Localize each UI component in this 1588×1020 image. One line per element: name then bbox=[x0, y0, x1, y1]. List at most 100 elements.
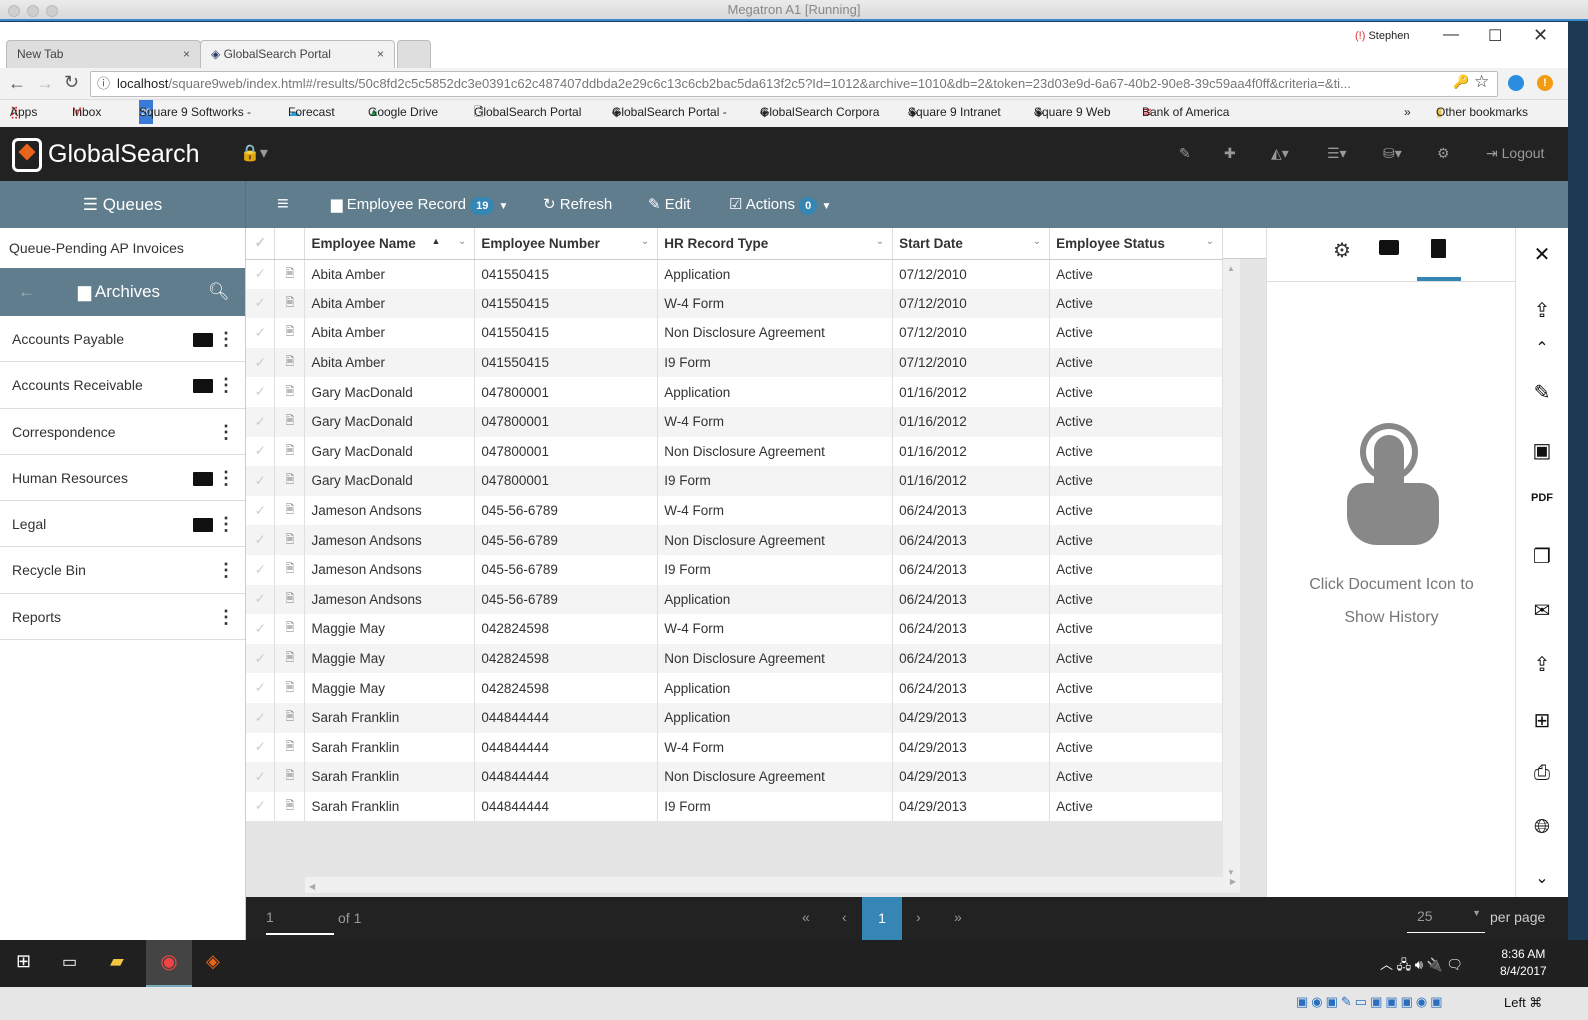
column-header-start-date[interactable]: Start Date ⌄ bbox=[892, 228, 1051, 260]
pdf-document-icon[interactable]: 🗎 bbox=[274, 466, 306, 496]
table-row[interactable]: ✓ 🗎 Gary MacDonald 047800001 I9 Form 01/16/20… bbox=[246, 466, 1223, 496]
table-row[interactable]: ✓ 🗎 Abita Amber 041550415 W-4 Form 07/12/2010… bbox=[246, 288, 1223, 319]
pdf-icon[interactable]: PDF bbox=[1516, 492, 1568, 504]
close-tab-icon[interactable]: × bbox=[183, 41, 190, 68]
more-options-icon[interactable]: ⋮ bbox=[217, 547, 235, 593]
row-checkbox[interactable]: ✓ bbox=[246, 673, 276, 703]
table-row[interactable]: ✓ 🗎 Jameson Andsons 045-56-6789 Non Disclosu… bbox=[246, 525, 1223, 555]
chart-dropdown-icon[interactable]: ◭▾ bbox=[1271, 145, 1289, 162]
page-number-input[interactable]: 1 bbox=[266, 909, 334, 935]
first-page-button[interactable]: « bbox=[802, 909, 810, 925]
table-row[interactable]: ✓ 🗎 Gary MacDonald 047800001 Non Disclosure … bbox=[246, 436, 1223, 467]
row-checkbox[interactable]: ✓ bbox=[246, 791, 276, 822]
alert-extension-icon[interactable]: ! bbox=[1537, 75, 1553, 91]
close-panel-icon[interactable]: ✕ bbox=[1516, 242, 1568, 267]
column-menu-icon[interactable]: ⌄ bbox=[641, 236, 649, 247]
reload-icon[interactable]: ↻ bbox=[64, 72, 79, 93]
table-row[interactable]: ✓ 🗎 Gary MacDonald 047800001 Application 01/1… bbox=[246, 377, 1223, 407]
document-tab-icon[interactable] bbox=[1431, 239, 1446, 258]
pdf-document-icon[interactable]: 🗎 bbox=[274, 318, 306, 348]
column-menu-icon[interactable]: ⌄ bbox=[1206, 236, 1214, 247]
row-checkbox[interactable]: ✓ bbox=[246, 702, 276, 733]
row-checkbox[interactable]: ✓ bbox=[246, 614, 276, 644]
pdf-document-icon[interactable]: 🗎 bbox=[274, 584, 306, 615]
vertical-scrollbar[interactable]: ▲ ▼ bbox=[1223, 259, 1240, 877]
key-icon[interactable]: 🔑 bbox=[1453, 74, 1469, 90]
row-checkbox[interactable]: ✓ bbox=[246, 318, 276, 348]
scroll-up-icon[interactable]: ▲ bbox=[1223, 264, 1235, 273]
edit-icon[interactable]: ✎ bbox=[1179, 145, 1191, 162]
forward-icon[interactable]: → bbox=[36, 73, 54, 94]
row-checkbox[interactable]: ✓ bbox=[246, 554, 276, 585]
table-row[interactable]: ✓ 🗎 Gary MacDonald 047800001 W-4 Form 01/16/2… bbox=[246, 406, 1223, 437]
pdf-document-icon[interactable]: 🗎 bbox=[274, 259, 306, 289]
row-checkbox[interactable]: ✓ bbox=[246, 525, 276, 555]
globalsearch-taskbar-icon[interactable]: ◈ bbox=[206, 951, 220, 972]
archive-icon[interactable]: ▣ bbox=[1516, 438, 1568, 463]
pdf-document-icon[interactable]: 🗎 bbox=[274, 673, 306, 703]
folder-icon[interactable] bbox=[193, 379, 213, 394]
archive-item[interactable]: Recycle Bin ⋮ bbox=[0, 547, 245, 594]
close-window-button[interactable] bbox=[8, 5, 20, 17]
more-options-icon[interactable]: ⋮ bbox=[217, 455, 235, 501]
row-checkbox[interactable]: ✓ bbox=[246, 436, 276, 467]
add-document-icon[interactable]: ⊞ bbox=[1516, 708, 1568, 733]
archive-item[interactable]: Human Resources ⋮ bbox=[0, 455, 245, 502]
per-page-select[interactable]: 25 ▼ bbox=[1407, 908, 1485, 933]
column-menu-icon[interactable]: ⌄ bbox=[1033, 236, 1041, 247]
column-menu-icon[interactable]: ⌄ bbox=[458, 236, 466, 247]
next-page-button[interactable]: › bbox=[916, 909, 921, 925]
row-checkbox[interactable]: ✓ bbox=[246, 406, 276, 437]
vm-device-icons[interactable]: ▣◉▣✎▭▣▣▣◉▣ bbox=[1296, 994, 1446, 1010]
maximize-icon[interactable]: ☐ bbox=[1488, 26, 1502, 46]
annotate-icon[interactable]: ✎ bbox=[1516, 380, 1568, 405]
table-row[interactable]: ✓ 🗎 Sarah Franklin 044844444 Application 04/2… bbox=[246, 702, 1223, 733]
folder-tab-icon[interactable] bbox=[1379, 240, 1399, 255]
pdf-document-icon[interactable]: 🗎 bbox=[274, 643, 306, 674]
row-checkbox[interactable]: ✓ bbox=[246, 732, 276, 763]
windows-start-icon[interactable]: ⊞ bbox=[16, 951, 31, 972]
row-checkbox[interactable]: ✓ bbox=[246, 377, 276, 407]
prev-page-button[interactable]: ‹ bbox=[842, 909, 847, 925]
back-arrow-icon[interactable]: ← bbox=[18, 268, 35, 316]
menu-toggle-icon[interactable]: ≡ bbox=[277, 181, 289, 228]
tab-globalsearch-portal[interactable]: ◈ GlobalSearch Portal × bbox=[200, 40, 395, 68]
current-page-button[interactable]: 1 bbox=[862, 897, 902, 940]
pdf-document-icon[interactable]: 🗎 bbox=[274, 791, 306, 822]
more-options-icon[interactable]: ⋮ bbox=[217, 316, 235, 362]
sort-ascending-icon[interactable]: ▲ bbox=[431, 236, 440, 246]
archive-item[interactable]: Correspondence ⋮ bbox=[0, 409, 245, 455]
row-checkbox[interactable]: ✓ bbox=[246, 347, 276, 378]
pdf-document-icon[interactable]: 🗎 bbox=[274, 554, 306, 585]
puzzle-icon[interactable]: ✚ bbox=[1224, 145, 1236, 162]
pdf-document-icon[interactable]: 🗎 bbox=[274, 347, 306, 378]
table-row[interactable]: ✓ 🗎 Jameson Andsons 045-56-6789 W-4 Form 06/2… bbox=[246, 495, 1223, 526]
scroll-down-icon[interactable]: ▼ bbox=[1227, 868, 1235, 877]
folder-icon[interactable] bbox=[193, 333, 213, 347]
pdf-document-icon[interactable]: 🗎 bbox=[274, 525, 306, 555]
edit-button[interactable]: ✎ Edit bbox=[648, 181, 691, 228]
close-icon[interactable]: ✕ bbox=[1533, 25, 1548, 46]
chevron-down-icon[interactable]: ⌄ bbox=[1516, 868, 1568, 888]
extension-icon[interactable] bbox=[1508, 75, 1524, 91]
column-header-employee-name[interactable]: Employee Name ▲ ⌄ bbox=[304, 228, 476, 260]
row-checkbox[interactable]: ✓ bbox=[246, 495, 276, 526]
pdf-document-icon[interactable]: 🗎 bbox=[274, 762, 306, 792]
row-checkbox[interactable]: ✓ bbox=[246, 762, 276, 792]
logout-button[interactable]: ⇥ Logout bbox=[1486, 145, 1544, 162]
row-checkbox[interactable]: ✓ bbox=[246, 259, 276, 289]
folder-icon[interactable] bbox=[193, 471, 213, 486]
table-row[interactable]: ✓ 🗎 Jameson Andsons 045-56-6789 I9 Form 06/24… bbox=[246, 554, 1223, 585]
export-icon[interactable]: ⇪ bbox=[1516, 652, 1568, 677]
last-page-button[interactable]: » bbox=[954, 909, 962, 925]
profile-button[interactable]: (!) Stephen bbox=[1355, 30, 1409, 42]
queue-item[interactable]: Queue-Pending AP Invoices bbox=[0, 228, 245, 268]
table-row[interactable]: ✓ 🗎 Sarah Franklin 044844444 I9 Form 04/29/20… bbox=[246, 791, 1223, 822]
pdf-document-icon[interactable]: 🗎 bbox=[274, 732, 306, 763]
pdf-document-icon[interactable]: 🗎 bbox=[274, 377, 306, 407]
archive-item[interactable]: Accounts Receivable ⋮ bbox=[0, 362, 245, 409]
select-all-checkbox[interactable]: ✓ bbox=[246, 228, 276, 260]
system-tray-icons[interactable]: ︿ 🖧 🔊︎ 🔌 🗨 bbox=[1380, 954, 1463, 978]
table-row[interactable]: ✓ 🗎 Maggie May 042824598 Non Disclosure Agre… bbox=[246, 643, 1223, 674]
table-row[interactable]: ✓ 🗎 Abita Amber 041550415 I9 Form 07/12/2010 A… bbox=[246, 347, 1223, 378]
